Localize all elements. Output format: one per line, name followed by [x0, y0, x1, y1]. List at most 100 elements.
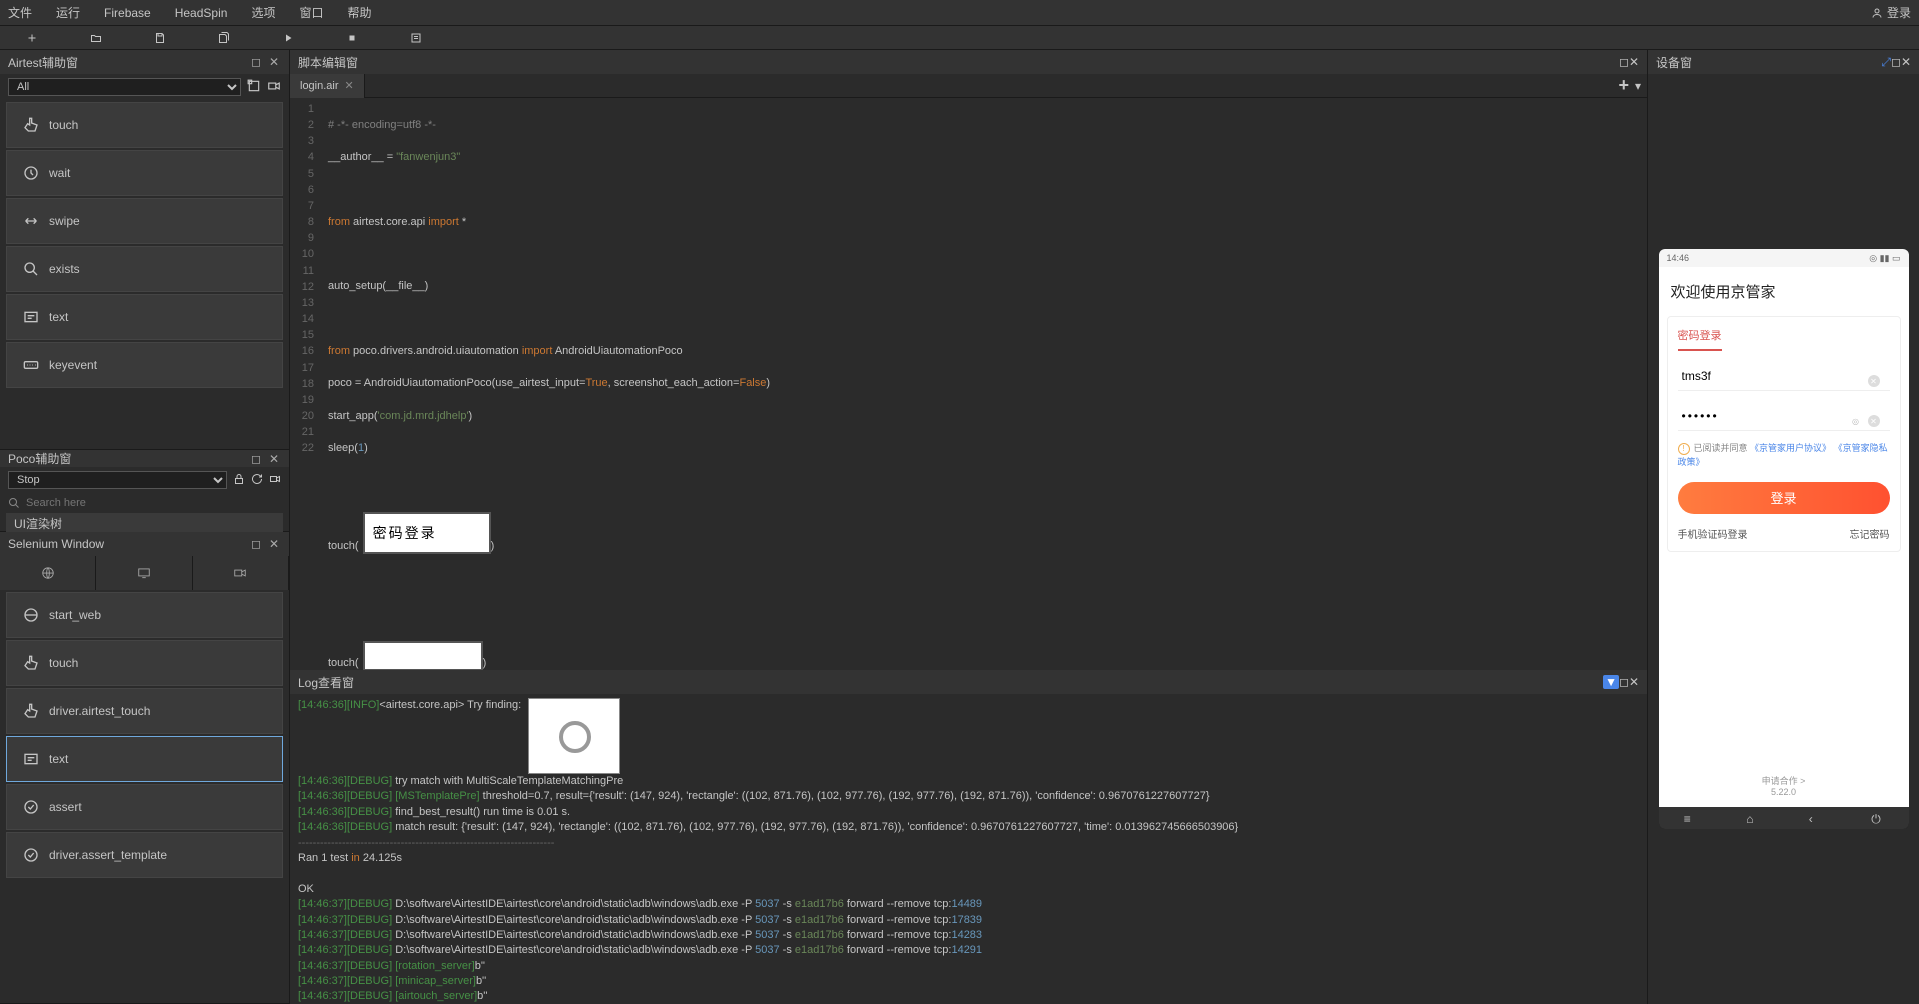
apply-link[interactable]: 申请合作 >	[1667, 774, 1901, 787]
menu-file[interactable]: 文件	[8, 4, 32, 21]
log-template-image	[528, 698, 620, 774]
nav-home-icon[interactable]: ⌂	[1746, 812, 1758, 824]
selenium-item-label: driver.airtest_touch	[49, 704, 150, 718]
record-icon[interactable]	[267, 79, 281, 96]
template-image-username-field[interactable]	[363, 641, 483, 670]
phone-statusbar: 14:46 ◎ ▮▮ ▭	[1659, 249, 1909, 267]
status-icons: ◎ ▮▮ ▭	[1869, 253, 1900, 264]
editor-title: 脚本编辑窗	[298, 54, 1619, 71]
nav-back-icon[interactable]: ‹	[1809, 812, 1821, 824]
record-icon[interactable]	[269, 473, 281, 488]
main-toolbar	[0, 26, 1919, 50]
screenshot-icon[interactable]	[247, 79, 261, 96]
device-header: 设备窗 ⤢ ◻ ✕	[1648, 50, 1919, 74]
menu-window[interactable]: 窗口	[299, 4, 323, 21]
poco-title: Poco辅助窗	[8, 450, 245, 467]
code-editor[interactable]: 12345678910111213141516171819202122 # -*…	[290, 98, 1647, 670]
tab-login[interactable]: login.air ✕	[290, 74, 365, 98]
refresh-icon[interactable]	[251, 473, 263, 488]
poco-panel: Poco辅助窗 ◻ ✕ Stop UI渲染树	[0, 450, 289, 532]
airtest-item-label: swipe	[49, 214, 80, 228]
close-icon[interactable]: ✕	[267, 55, 281, 69]
airtest-item-label: keyevent	[49, 358, 97, 372]
airtest-filter-select[interactable]: All	[8, 78, 241, 96]
report-button[interactable]	[384, 26, 448, 50]
close-icon[interactable]: ✕	[1901, 55, 1911, 69]
selenium-item-start_web[interactable]: start_web	[6, 592, 283, 638]
eye-icon[interactable]: ◎	[1850, 415, 1862, 427]
poco-mode-select[interactable]: Stop	[8, 471, 227, 489]
clear-icon[interactable]: ✕	[1868, 375, 1880, 387]
device-screen[interactable]: 14:46 ◎ ▮▮ ▭ 欢迎使用京管家 密码登录 ✕	[1659, 249, 1909, 829]
menu-headspin[interactable]: HeadSpin	[175, 6, 228, 20]
dropdown-icon[interactable]: ▾	[1635, 79, 1641, 93]
nav-power-icon[interactable]: ⏻	[1871, 812, 1883, 824]
save-all-button[interactable]	[192, 26, 256, 50]
user-agreement-link[interactable]: 《京管家用户协议》	[1750, 443, 1831, 453]
detach-icon[interactable]: ◻	[1619, 55, 1629, 69]
add-tab-button[interactable]: +	[1618, 75, 1629, 96]
selenium-item-assert[interactable]: assert	[6, 784, 283, 830]
clear-icon[interactable]: ✕	[1868, 415, 1880, 427]
open-file-button[interactable]	[64, 26, 128, 50]
menu-run[interactable]: 运行	[56, 4, 80, 21]
close-icon[interactable]: ✕	[267, 452, 281, 466]
phone-agreement[interactable]: !已阅读并同意 《京管家用户协议》 《京管家隐私政策》	[1678, 441, 1890, 470]
status-time: 14:46	[1667, 253, 1690, 263]
filter-icon[interactable]: ▼	[1603, 675, 1619, 689]
code-area[interactable]: # -*- encoding=utf8 -*- __author__ = "fa…	[320, 98, 1647, 670]
airtest-item-touch[interactable]: touch	[6, 102, 283, 148]
phone-navbar: ≡ ⌂ ‹ ⏻	[1659, 807, 1909, 829]
poco-search-input[interactable]	[26, 497, 281, 509]
menu-help[interactable]: 帮助	[347, 4, 371, 21]
login-button[interactable]: 登录	[1871, 4, 1911, 21]
detach-icon[interactable]: ◻	[1619, 675, 1629, 689]
forgot-password-link[interactable]: 忘记密码	[1850, 526, 1890, 541]
airtest-item-swipe[interactable]: swipe	[6, 198, 283, 244]
expand-icon[interactable]: ⤢	[1881, 55, 1891, 70]
nav-menu-icon[interactable]: ≡	[1684, 812, 1696, 824]
close-icon[interactable]: ✕	[1629, 675, 1639, 689]
phone-login-button[interactable]: 登录	[1678, 482, 1890, 514]
lock-icon[interactable]	[233, 473, 245, 488]
selenium-globe-button[interactable]	[0, 556, 96, 590]
device-title: 设备窗	[1656, 54, 1881, 71]
detach-icon[interactable]: ◻	[249, 537, 263, 551]
selenium-item-text[interactable]: text	[6, 736, 283, 782]
selenium-item-driver-assert_template[interactable]: driver.assert_template	[6, 832, 283, 878]
selenium-item-driver-airtest_touch[interactable]: driver.airtest_touch	[6, 688, 283, 734]
airtest-item-text[interactable]: text	[6, 294, 283, 340]
stop-button[interactable]	[320, 26, 384, 50]
detach-icon[interactable]: ◻	[249, 452, 263, 466]
template-image-password-login[interactable]: 密码登录	[363, 512, 491, 554]
detach-icon[interactable]: ◻	[1891, 55, 1901, 69]
airtest-item-wait[interactable]: wait	[6, 150, 283, 196]
phone-username-input[interactable]	[1678, 361, 1890, 391]
log-output[interactable]: [14:46:36][INFO]<airtest.core.api> Try f…	[290, 694, 1647, 1004]
airtest-title: Airtest辅助窗	[8, 54, 245, 71]
close-icon[interactable]: ✕	[267, 537, 281, 551]
menu-firebase[interactable]: Firebase	[104, 6, 151, 20]
close-icon[interactable]: ✕	[345, 79, 354, 92]
selenium-device-button[interactable]	[96, 556, 192, 590]
close-icon[interactable]: ✕	[1629, 55, 1639, 69]
detach-icon[interactable]: ◻	[249, 55, 263, 69]
airtest-item-keyevent[interactable]: keyevent	[6, 342, 283, 388]
airtest-item-label: wait	[49, 166, 70, 180]
airtest-panel: Airtest辅助窗 ◻ ✕ All touch wait swipe existst…	[0, 50, 289, 450]
save-button[interactable]	[128, 26, 192, 50]
log-title: Log查看窗	[298, 674, 1603, 691]
sms-login-link[interactable]: 手机验证码登录	[1678, 526, 1748, 541]
selenium-item-touch[interactable]: touch	[6, 640, 283, 686]
airtest-item-label: touch	[49, 118, 78, 132]
selenium-record-button[interactable]	[193, 556, 289, 590]
airtest-item-exists[interactable]: exists	[6, 246, 283, 292]
editor-tabs: login.air ✕ + ▾	[290, 74, 1647, 98]
selenium-item-label: text	[49, 752, 68, 766]
login-label: 登录	[1887, 4, 1911, 21]
poco-tree-root[interactable]: UI渲染树	[6, 513, 283, 534]
new-file-button[interactable]	[0, 26, 64, 50]
phone-tab-password[interactable]: 密码登录	[1678, 327, 1722, 351]
menu-options[interactable]: 选项	[251, 4, 275, 21]
run-button[interactable]	[256, 26, 320, 50]
